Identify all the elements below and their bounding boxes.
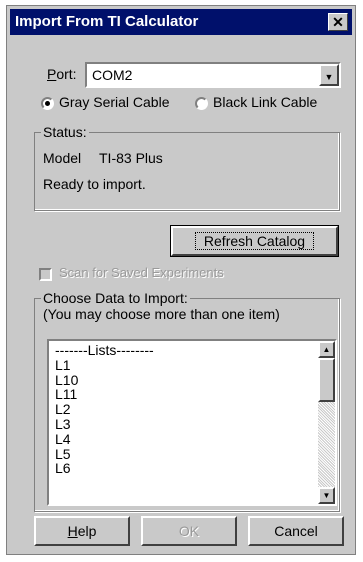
ok-button[interactable]: OK xyxy=(141,516,237,546)
model-label: Model xyxy=(43,150,82,166)
scroll-thumb[interactable] xyxy=(318,358,335,402)
list-item[interactable]: L6 xyxy=(55,461,154,476)
list-item[interactable]: L2 xyxy=(55,402,154,417)
port-label: Port: xyxy=(47,66,77,82)
model-value: TI-83 Plus xyxy=(99,150,163,166)
black-cable-radio[interactable] xyxy=(195,97,208,110)
choose-data-legend: Choose Data to Import: xyxy=(41,290,190,306)
gray-cable-label[interactable]: Gray Serial Cable xyxy=(59,94,170,110)
list-item[interactable]: L3 xyxy=(55,417,154,432)
data-listbox[interactable]: -------Lists-------- L1 L10 L11 L2 L3 L4 L5 L6 ▲… xyxy=(47,339,337,506)
help-button[interactable]: Help xyxy=(34,516,130,546)
refresh-catalog-button[interactable]: Refresh Catalog xyxy=(171,226,338,256)
status-group: Status: Model TI-83 Plus Ready to import… xyxy=(34,124,340,211)
close-icon: ✕ xyxy=(332,14,344,30)
import-dialog: Import From TI Calculator ✕ Port: COM2 ▼… xyxy=(6,5,356,555)
status-message: Ready to import. xyxy=(43,176,146,192)
list-item[interactable]: L10 xyxy=(55,372,154,388)
list-item[interactable]: L5 xyxy=(55,446,154,462)
choose-data-hint: (You may choose more than one item) xyxy=(43,306,280,322)
black-cable-label[interactable]: Black Link Cable xyxy=(213,94,317,110)
list-items: -------Lists-------- L1 L10 L11 L2 L3 L4 L5 L6 xyxy=(55,343,154,476)
list-item[interactable]: L4 xyxy=(55,431,154,447)
list-item[interactable]: -------Lists-------- xyxy=(55,343,154,358)
port-value: COM2 xyxy=(92,67,133,83)
window-title: Import From TI Calculator xyxy=(15,13,199,30)
scan-checkbox-label: Scan for Saved Experiments xyxy=(59,265,224,280)
title-bar[interactable]: Import From TI Calculator ✕ xyxy=(10,9,352,35)
close-button[interactable]: ✕ xyxy=(328,13,348,31)
status-legend: Status: xyxy=(41,124,89,140)
port-select[interactable]: COM2 ▼ xyxy=(85,62,341,88)
gray-cable-radio[interactable] xyxy=(41,97,54,110)
scroll-down-button[interactable]: ▼ xyxy=(318,487,335,504)
list-item[interactable]: L1 xyxy=(55,357,154,373)
chevron-down-icon[interactable]: ▼ xyxy=(319,64,339,86)
list-scrollbar[interactable]: ▲ ▼ xyxy=(318,341,335,504)
list-item[interactable]: L11 xyxy=(55,387,154,402)
cancel-button[interactable]: Cancel xyxy=(248,516,344,546)
scroll-up-button[interactable]: ▲ xyxy=(318,341,335,358)
scan-checkbox[interactable] xyxy=(39,268,52,281)
refresh-catalog-label: Refresh Catalog xyxy=(194,232,315,250)
